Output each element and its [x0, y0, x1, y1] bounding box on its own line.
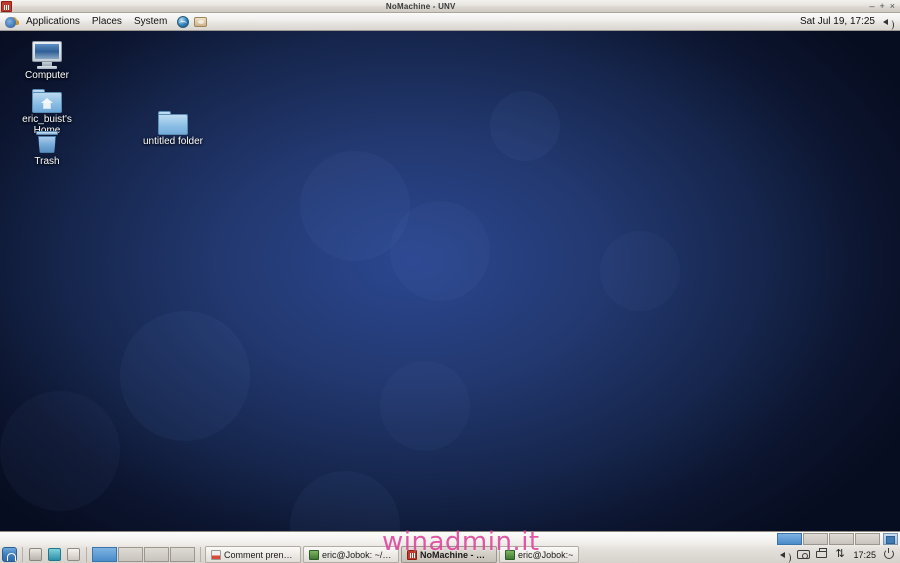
desktop-icon-label: Trash: [34, 156, 60, 167]
taskbar-button-pdf[interactable]: Comment prendr...: [205, 546, 301, 563]
taskbar-button-label: Comment prendr...: [224, 549, 295, 560]
taskbar-button-terminal-1[interactable]: eric@Jobok: ~/Té...: [303, 546, 399, 563]
top-panel-clock[interactable]: Sat Jul 19, 17:25: [794, 16, 881, 27]
taskbar-button-label: eric@Jobok:~: [518, 549, 574, 560]
menu-places[interactable]: Places: [86, 13, 128, 30]
workspace-3[interactable]: [144, 547, 169, 562]
workspace-3[interactable]: [829, 532, 854, 545]
workspace-4[interactable]: [170, 547, 195, 562]
terminal-icon: [309, 549, 319, 560]
system-tray: ⇅ 17:25: [779, 545, 898, 563]
menu-applications[interactable]: Applications: [20, 13, 86, 30]
printer-icon[interactable]: [815, 548, 829, 561]
panel-separator: [22, 547, 23, 562]
nomachine-icon: [1, 0, 12, 12]
power-icon[interactable]: [882, 548, 896, 561]
computer-icon: [9, 37, 85, 69]
desktop-area[interactable]: Computer eric_buist's Home Trash untitle…: [0, 31, 900, 531]
file-manager-icon[interactable]: [27, 546, 45, 563]
network-icon[interactable]: [46, 546, 64, 563]
workspace-4[interactable]: [855, 532, 880, 545]
wallpaper-bubble: [0, 391, 120, 511]
update-arrows-icon[interactable]: ⇅: [833, 548, 847, 561]
panel-separator: [86, 547, 87, 562]
desktop-icon-untitled-folder[interactable]: untitled folder: [135, 103, 211, 147]
web-browser-launcher-icon[interactable]: [175, 14, 191, 29]
speaker-icon[interactable]: [881, 14, 897, 30]
taskbar-button-nomachine[interactable]: NoMachine - UNV: [401, 546, 497, 563]
bottom-panel: Comment prendr... eric@Jobok: ~/Té... No…: [0, 531, 900, 563]
taskbar-row: Comment prendr... eric@Jobok: ~/Té... No…: [0, 545, 900, 563]
taskbar-button-label: eric@Jobok: ~/Té...: [322, 549, 393, 560]
workspace-switcher-right: [777, 532, 898, 545]
show-desktop-icon[interactable]: [1, 546, 19, 563]
wallpaper-bubble: [390, 201, 490, 301]
taskbar-button-terminal-2[interactable]: eric@Jobok:~: [499, 546, 580, 563]
workspace-1[interactable]: [92, 547, 117, 562]
workspace-2[interactable]: [118, 547, 143, 562]
taskbar-button-label: NoMachine - UNV: [420, 549, 491, 560]
folder-icon: [135, 103, 211, 135]
wallpaper-bubble: [600, 231, 680, 311]
archive-icon[interactable]: [65, 546, 83, 563]
trash-icon: [9, 123, 85, 155]
tray-clock[interactable]: 17:25: [851, 550, 878, 560]
window-controls: – + ×: [869, 1, 900, 11]
speaker-icon[interactable]: [779, 548, 793, 563]
menu-system[interactable]: System: [128, 13, 173, 30]
nomachine-icon: [407, 549, 417, 560]
wallpaper-bubble: [120, 311, 250, 441]
top-panel: Applications Places System Sat Jul 19, 1…: [0, 13, 900, 31]
desktop-icon-trash[interactable]: Trash: [9, 123, 85, 167]
window-titlebar: NoMachine - UNV – + ×: [0, 0, 900, 13]
window-preview-icon[interactable]: [883, 532, 898, 545]
workspace-2[interactable]: [803, 532, 828, 545]
gnome-foot-icon: [4, 15, 18, 29]
close-button[interactable]: ×: [890, 1, 895, 11]
wallpaper-bubble: [490, 91, 560, 161]
home-folder-icon: [9, 81, 85, 113]
wallpaper-bubble: [290, 471, 400, 531]
camera-icon[interactable]: [797, 548, 811, 561]
help-launcher-icon[interactable]: [193, 14, 209, 29]
screen: NoMachine - UNV – + × Applications Place…: [0, 0, 900, 563]
maximize-button[interactable]: +: [879, 1, 884, 11]
terminal-icon: [505, 549, 515, 560]
pdf-icon: [211, 549, 221, 560]
workspace-switcher: [92, 547, 195, 562]
workspace-1[interactable]: [777, 532, 802, 545]
desktop-icon-computer[interactable]: Computer: [9, 37, 85, 81]
window-title: NoMachine - UNV: [385, 1, 456, 11]
wallpaper-bubble: [380, 361, 470, 451]
desktop-icon-label: untitled folder: [142, 136, 204, 147]
minimize-button[interactable]: –: [869, 1, 874, 11]
panel-separator: [200, 547, 201, 562]
desktop-icon-label: Computer: [25, 70, 69, 81]
